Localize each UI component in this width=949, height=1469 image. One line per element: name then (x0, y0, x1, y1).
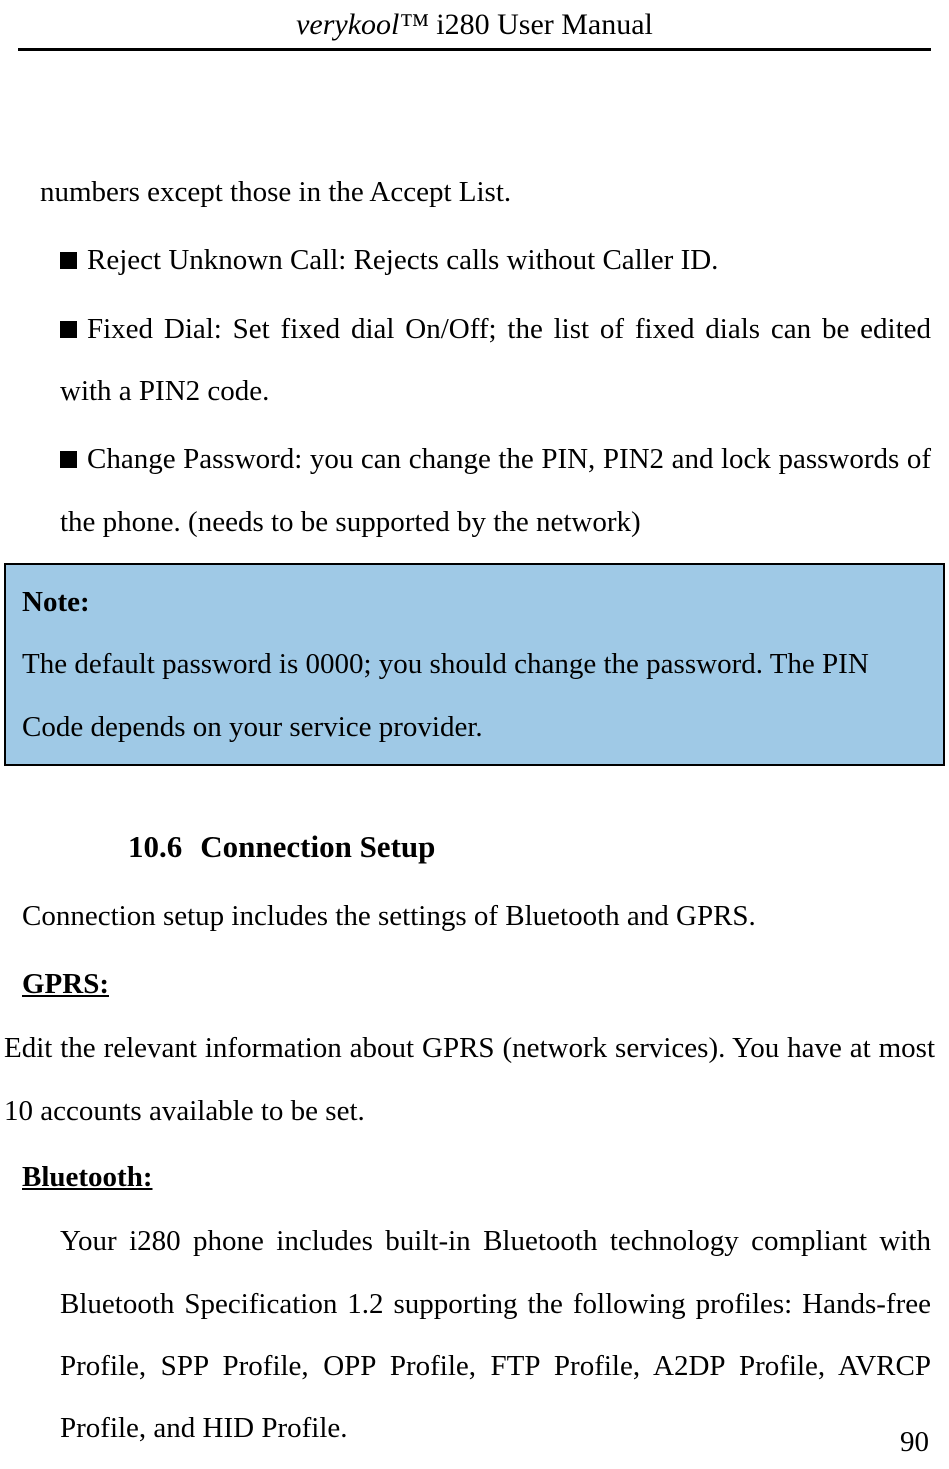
gprs-body: Edit the relevant information about GPRS… (4, 1017, 935, 1142)
square-bullet-icon (60, 252, 77, 269)
bullet-fixed-dial: Fixed Dial: Set fixed dial On/Off; the l… (40, 298, 931, 423)
page-content: numbers except those in the Accept List.… (0, 51, 949, 1460)
brand-name: verykool™ (296, 8, 429, 41)
note-body: The default password is 0000; you should… (22, 633, 933, 758)
header-title: i280 User Manual (429, 8, 653, 41)
square-bullet-icon (60, 451, 77, 468)
gprs-heading: GPRS: (22, 953, 931, 1015)
intro-paragraph: numbers except those in the Accept List. (40, 161, 931, 223)
bullet-text: Fixed Dial: Set fixed dial On/Off; the l… (60, 313, 931, 407)
square-bullet-icon (60, 321, 77, 338)
bluetooth-heading: Bluetooth: (22, 1146, 931, 1208)
page-number: 90 (900, 1426, 929, 1459)
note-title: Note: (22, 571, 933, 633)
bullet-text: Change Password: you can change the PIN,… (60, 443, 931, 537)
bullet-bluetooth: Your i280 phone includes built-in Blueto… (40, 1210, 931, 1459)
bullet-reject-unknown: Reject Unknown Call: Rejects calls witho… (40, 229, 931, 291)
page-header: verykool™ i280 User Manual (0, 0, 949, 48)
bullet-text: Reject Unknown Call: Rejects calls witho… (87, 244, 718, 276)
bullet-text: Your i280 phone includes built-in Blueto… (60, 1225, 931, 1444)
section-number: 10.6 (128, 829, 182, 864)
note-box: Note: The default password is 0000; you … (4, 563, 945, 766)
section-intro: Connection setup includes the settings o… (22, 885, 931, 947)
bullet-change-password: Change Password: you can change the PIN,… (40, 428, 931, 553)
section-title: Connection Setup (200, 829, 435, 864)
section-heading: 10.6 Connection Setup (40, 814, 931, 881)
